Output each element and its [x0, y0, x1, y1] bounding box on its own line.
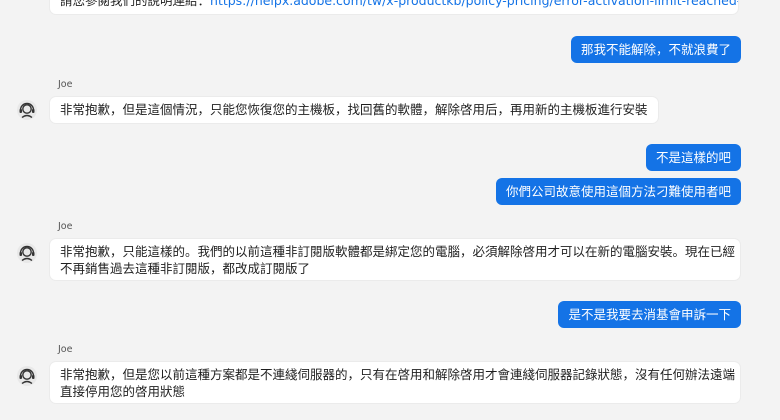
agent-message: 請您參閱我們的說明連結：https://helpx.adobe.com/tw/x… [50, 0, 738, 14]
message-line: 非常抱歉，但是您以前這種方案都是不連綫伺服器的，只有在啓用和解除啓用才會連綫伺服… [60, 367, 736, 382]
message-text: 請您參閱我們的說明連結： [60, 0, 211, 8]
message-line: 不再銷售過去這種非訂閱版，都改成訂閱版了 [60, 261, 311, 276]
agent-message: 非常抱歉，但是您以前這種方案都是不連綫伺服器的，只有在啓用和解除啓用才會連綫伺服… [50, 362, 740, 403]
agent-message: 非常抱歉，只能這樣的。我們的以前這種非訂閱版軟體都是綁定您的電腦，必須解除啓用才… [50, 239, 740, 280]
sender-name: Joe [58, 344, 73, 355]
user-message: 你們公司故意使用這個方法刁難使用者吧 [495, 178, 741, 205]
user-message: 是不是我要去消基會申訴一下 [558, 301, 741, 328]
chat-transcript: 請您參閱我們的說明連結：https://helpx.adobe.com/tw/x… [0, 0, 780, 420]
agent-message: 非常抱歉，但是這個情況，只能您恢復您的主機板，找回舊的軟體，解除啓用后，再用新的… [50, 97, 658, 123]
help-link[interactable]: https://helpx.adobe.com/tw/x-productkb/p… [210, 0, 738, 8]
headset-agent-icon [16, 242, 38, 264]
sender-name: Joe [58, 221, 73, 232]
headset-agent-icon [16, 365, 38, 387]
message-line: 非常抱歉，只能這樣的。我們的以前這種非訂閱版軟體都是綁定您的電腦，必須解除啓用才… [60, 244, 736, 259]
headset-agent-icon [16, 99, 38, 121]
user-message: 那我不能解除，不就浪費了 [570, 36, 741, 63]
user-message: 不是這樣的吧 [645, 144, 741, 171]
message-line: 直接停用您的啓用狀態 [60, 384, 186, 399]
sender-name: Joe [58, 79, 73, 90]
